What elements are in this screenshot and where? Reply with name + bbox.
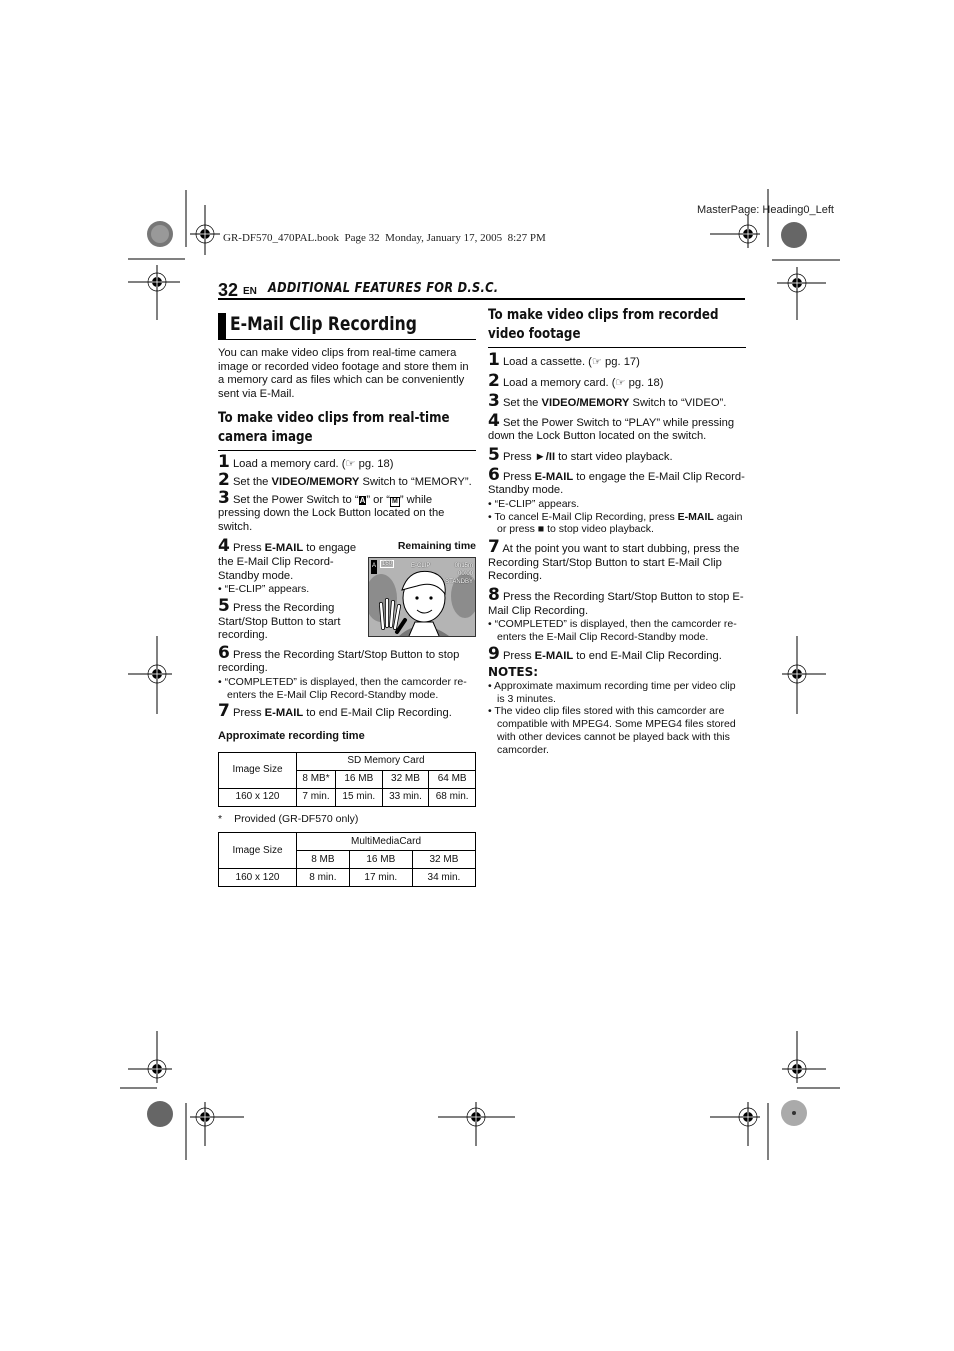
step-6-bullet-1: • “E-CLIP” appears.	[488, 497, 580, 510]
right-column: To make video clips from recorded video …	[488, 306, 746, 757]
left-column: E-Mail Clip Recording You can make video…	[218, 312, 477, 888]
table-col-header: 32 MB	[411, 850, 477, 870]
step-7: 7 At the point you want to start dubbing…	[488, 537, 740, 583]
table-cell: 15 min.	[334, 787, 383, 807]
table-row-label: 160 x 120	[218, 787, 297, 807]
table-col-header: 32 MB	[381, 769, 430, 789]
table-title: Approximate recording time	[218, 730, 365, 743]
table-col-header: 8 MB	[296, 850, 350, 870]
table-row: 160 x 120 7 min. 15 min. 33 min. 68 min.	[218, 787, 476, 807]
page-header: 32 EN ADDITIONAL FEATURES FOR D.S.C.	[218, 280, 745, 300]
registration-mark-bottom-right	[710, 1031, 840, 1160]
table-cell: 33 min.	[381, 787, 430, 807]
table-cell: 68 min.	[428, 787, 476, 807]
table-header-group: MultiMediaCard	[296, 832, 476, 852]
step-3: 3 Set the VIDEO/MEMORY Switch to “VIDEO”…	[488, 391, 727, 412]
step-6: 6 Press E-MAIL to engage the E-Mail Clip…	[488, 464, 745, 497]
step-6: 6 Press the Recording Start/Stop Button …	[218, 642, 460, 675]
reference-icon: ☞	[591, 356, 602, 368]
note-item: • The video clip files stored with this …	[488, 705, 736, 756]
registration-mark-top-left	[128, 190, 220, 320]
step-8-bullet: • “COMPLETED” is displayed, then the cam…	[488, 618, 737, 643]
intro-paragraph: You can make video clips from real-time …	[218, 347, 469, 400]
osd-eclip: E-CLIP	[411, 562, 431, 569]
subheading-recorded: To make video clips from recorded video …	[488, 306, 746, 348]
camcorder-lcd-illustration: A 160 E-CLIP 0h15m 00:00 STANDBY	[368, 556, 476, 637]
table-header-image-size: Image Size	[218, 751, 297, 789]
step-7: 7 Press E-MAIL to end E-Mail Clip Record…	[218, 701, 452, 722]
manual-mode-icon: M	[389, 496, 400, 507]
table-col-header: 16 MB	[334, 769, 383, 789]
footnote: * Provided (GR-DF570 only)	[218, 812, 359, 825]
page-number: 32	[218, 280, 239, 300]
table-row: 160 x 120 8 min. 17 min. 34 min.	[218, 868, 477, 888]
step-1: 1 Load a cassette. (☞ pg. 17)	[488, 350, 640, 370]
table-header-group: SD Memory Card	[296, 751, 476, 771]
step-9: 9 Press E-MAIL to end E-Mail Clip Record…	[488, 643, 722, 664]
table-cell: 7 min.	[296, 787, 336, 807]
table-col-header: 16 MB	[348, 850, 413, 870]
step-2: 2 Load a memory card. (☞ pg. 18)	[488, 370, 664, 391]
table-cell: 34 min.	[411, 868, 477, 888]
mmc-table: Image Size MultiMediaCard 8 MB 16 MB 32 …	[218, 832, 477, 888]
registration-mark-mid-left	[128, 636, 172, 714]
registration-mark-bottom-left	[120, 1031, 244, 1160]
table-col-header: 8 MB*	[296, 769, 336, 789]
master-page-label: MasterPage: Heading0_Left	[697, 204, 834, 216]
step-5: 5 Press ►/II to start video playback.	[488, 444, 673, 465]
table-header-image-size: Image Size	[218, 832, 297, 870]
step-3: 3 Set the Power Switch to “A” or “M” whi…	[218, 487, 445, 533]
print-book-info: GR-DF570_470PAL.book Page 32 Monday, Jan…	[223, 232, 546, 244]
title-bar-decoration	[218, 313, 226, 339]
section-title: ADDITIONAL FEATURES FOR D.S.C.	[268, 281, 499, 296]
osd-image-size: 160	[380, 559, 395, 568]
language-code: EN	[243, 286, 257, 297]
step-1: 1 Load a memory card. (☞ pg. 18)	[218, 452, 394, 473]
registration-mark-mid-right	[782, 636, 826, 714]
osd-status: STANDBY	[445, 578, 473, 585]
note-item: • Approximate maximum recording time per…	[488, 679, 736, 705]
reference-icon: ☞	[615, 376, 626, 389]
reference-icon: ☞	[345, 458, 356, 471]
osd-mode: A	[371, 559, 378, 574]
subheading-realtime: To make video clips from real-time camer…	[218, 409, 476, 452]
step-6-bullet-2: • To cancel E-Mail Clip Recording, press…	[488, 510, 743, 536]
page-title: E-Mail Clip Recording	[218, 312, 476, 340]
table-cell: 8 min.	[296, 868, 350, 888]
registration-mark-bottom-center	[438, 1102, 515, 1146]
lcd-figure: Remaining time A 160 E-CLIP 0h15m 00:00 …	[368, 540, 476, 637]
step-2: 2 Set the VIDEO/MEMORY Switch to “MEMORY…	[218, 469, 472, 490]
print-marks	[120, 189, 840, 1160]
notes-heading: NOTES:	[488, 665, 539, 680]
table-col-header: 64 MB	[428, 769, 476, 789]
step-4: 4 Set the Power Switch to “PLAY” while p…	[488, 410, 735, 443]
figure-label: Remaining time	[397, 540, 476, 553]
table-row-label: 160 x 120	[218, 868, 297, 888]
table-cell: 17 min.	[348, 868, 413, 888]
play-pause-icon: ►/II	[534, 450, 556, 463]
step-8: 8 Press the Recording Start/Stop Button …	[488, 584, 744, 617]
sd-card-table: Image Size SD Memory Card 8 MB* 16 MB 32…	[218, 751, 476, 807]
step-6-bullet: • “COMPLETED” is displayed, then the cam…	[218, 675, 467, 701]
